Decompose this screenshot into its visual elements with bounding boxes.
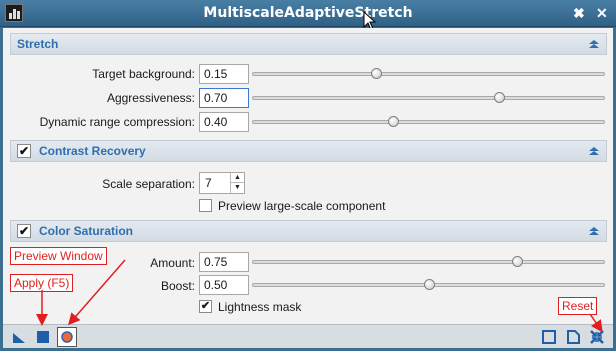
annotation-preview-window: Preview Window	[10, 247, 107, 265]
color-saturation-checkbox[interactable]: ✔	[17, 224, 31, 238]
bottom-toolbar	[3, 324, 613, 348]
boost-field[interactable]: 0.50	[199, 275, 249, 295]
reset-icon[interactable]	[589, 329, 605, 345]
annotation-reset: Reset	[558, 297, 598, 315]
dialog-content: Stretch Target background: 0.15 Aggressi…	[3, 28, 613, 324]
boost-label: Boost:	[160, 279, 195, 293]
aggressiveness-slider[interactable]	[252, 88, 605, 108]
scale-separation-spinbox[interactable]: 7 ▲ ▼	[199, 172, 245, 194]
spin-up-icon[interactable]: ▲	[230, 173, 244, 183]
aggressiveness-field[interactable]: 0.70	[199, 88, 249, 108]
lightness-mask-checkbox[interactable]: ✔	[199, 300, 212, 313]
target-background-slider[interactable]	[252, 64, 605, 84]
preview-large-scale-label: Preview large-scale component	[218, 199, 386, 213]
window-title: MultiscaleAdaptiveStretch	[203, 5, 413, 21]
scale-separation-label: Scale separation:	[102, 177, 195, 191]
section-stretch[interactable]: Stretch	[10, 33, 607, 55]
title-bar: MultiscaleAdaptiveStretch ✖ ✕	[0, 0, 616, 31]
drc-field[interactable]: 0.40	[199, 112, 249, 132]
drc-label: Dynamic range compression:	[39, 115, 195, 129]
section-color-saturation[interactable]: ✔ Color Saturation	[10, 220, 607, 242]
amount-field[interactable]: 0.75	[199, 252, 249, 272]
section-contrast-recovery[interactable]: ✔ Contrast Recovery	[10, 140, 607, 162]
target-background-field[interactable]: 0.15	[199, 64, 249, 84]
preview-large-scale-checkbox[interactable]	[199, 199, 212, 212]
contrast-recovery-checkbox[interactable]: ✔	[17, 144, 31, 158]
collapse-icon[interactable]	[588, 146, 600, 156]
boost-slider[interactable]	[252, 275, 605, 295]
slider-thumb[interactable]	[370, 68, 382, 79]
collapse-icon[interactable]	[588, 226, 600, 236]
amount-label: Amount:	[150, 256, 195, 270]
document-icon[interactable]	[565, 329, 581, 345]
apply-icon[interactable]	[35, 329, 51, 345]
amount-slider[interactable]	[252, 252, 605, 272]
close-icon[interactable]: ✕	[596, 5, 608, 21]
preview-window-icon[interactable]	[57, 327, 77, 347]
section-contrast-recovery-title: Contrast Recovery	[39, 144, 146, 158]
aggressiveness-label: Aggressiveness:	[106, 91, 195, 105]
new-instance-icon[interactable]	[11, 329, 27, 345]
lightness-mask-label: Lightness mask	[218, 300, 302, 314]
browse-documentation-icon[interactable]	[541, 329, 557, 345]
slider-thumb[interactable]	[423, 279, 435, 290]
section-color-saturation-title: Color Saturation	[39, 224, 134, 238]
scale-separation-value: 7	[205, 176, 212, 190]
slider-thumb[interactable]	[388, 116, 400, 127]
slider-thumb[interactable]	[494, 92, 506, 103]
slider-thumb[interactable]	[511, 256, 523, 267]
drc-slider[interactable]	[252, 112, 605, 132]
spin-down-icon[interactable]: ▼	[230, 183, 244, 193]
pin-icon[interactable]: ✖	[573, 5, 585, 21]
collapse-icon[interactable]	[588, 39, 600, 49]
target-background-label: Target background:	[92, 67, 195, 81]
section-stretch-title: Stretch	[17, 37, 59, 51]
annotation-apply: Apply (F5)	[10, 274, 74, 292]
